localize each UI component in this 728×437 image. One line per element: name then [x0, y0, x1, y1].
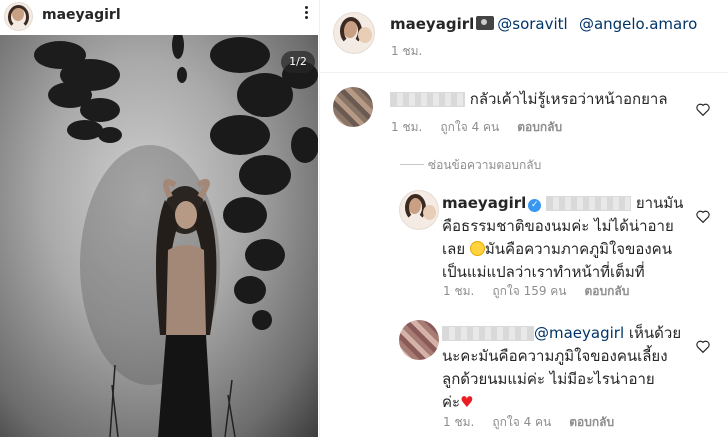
- reply-body: ยานมัน: [635, 194, 684, 212]
- heart-outline-icon[interactable]: [696, 210, 710, 223]
- reply-body: นะคะมันคือความภูมิใจของคนเลี้ยง: [442, 347, 668, 365]
- image-counter-badge: 1/2: [281, 51, 315, 73]
- reply-body: เลย: [442, 240, 466, 258]
- more-options-icon[interactable]: [300, 4, 312, 26]
- reply-text: maeyagirl ✓ ยานมัน คือธรรมชาติของนมค่ะ ไม…: [442, 192, 702, 284]
- reply-text: @maeyagirl เห็นด้วย นะคะมันคือความภูมิใจ…: [442, 322, 712, 414]
- post-photo[interactable]: [0, 35, 318, 437]
- reply-body: เห็นด้วย: [628, 324, 682, 342]
- caption-username[interactable]: maeyagirl: [390, 15, 474, 33]
- comment-meta: 1 ชม. ถูกใจ 4 คน ตอบกลับ: [391, 118, 580, 137]
- reply-meta: 1 ชม. ถูกใจ 159 คน ตอบกลับ: [443, 282, 647, 301]
- avatar[interactable]: [399, 320, 439, 360]
- avatar[interactable]: [4, 2, 33, 31]
- reply-likes[interactable]: ถูกใจ 4 คน: [492, 415, 551, 429]
- blurred-username[interactable]: [442, 326, 534, 341]
- grinning-sweat-emoji-icon: [469, 241, 485, 256]
- reply-meta: 1 ชม. ถูกใจ 4 คน ตอบกลับ: [443, 413, 632, 432]
- post-username[interactable]: maeyagirl: [42, 7, 121, 23]
- photo-illustration: [34, 35, 318, 437]
- comment-body: กลัวเค้าไม่รู้เหรอว่าหน้าอกยาล: [469, 90, 668, 108]
- heart-outline-icon[interactable]: [696, 340, 710, 353]
- hide-replies-button[interactable]: ซ่อนข้อความตอบกลับ: [428, 156, 541, 175]
- reply-button[interactable]: ตอบกลับ: [569, 415, 614, 429]
- comment-likes[interactable]: ถูกใจ 4 คน: [440, 120, 499, 134]
- reply-time[interactable]: 1 ชม.: [443, 284, 474, 298]
- divider: [320, 72, 728, 73]
- comment-time[interactable]: 1 ชม.: [391, 120, 422, 134]
- blurred-username[interactable]: [390, 92, 465, 107]
- mention-link[interactable]: @maeyagirl: [534, 324, 624, 342]
- reply-likes[interactable]: ถูกใจ 159 คน: [492, 284, 566, 298]
- reply-username[interactable]: maeyagirl: [442, 194, 526, 212]
- reply-body: เป็นแม่แปลว่าเราทำหน้าที่เต็มที่: [442, 263, 645, 281]
- post-timestamp[interactable]: 1 ชม.: [391, 42, 422, 61]
- reply-button[interactable]: ตอบกลับ: [517, 120, 562, 134]
- reply-body: ลูกด้วยนมแม่ค่ะ ไม่มีอะไรน่าอาย: [442, 370, 655, 388]
- blurred-mention[interactable]: [546, 196, 632, 211]
- reply-button[interactable]: ตอบกลับ: [585, 284, 630, 298]
- tag-link[interactable]: @angelo.amaro: [579, 15, 697, 33]
- verified-badge-icon: ✓: [528, 199, 542, 212]
- avatar[interactable]: [399, 190, 439, 230]
- reply-body: ค่ะ: [442, 393, 461, 411]
- avatar[interactable]: [333, 87, 373, 127]
- comment-text: กลัวเค้าไม่รู้เหรอว่าหน้าอกยาล: [390, 88, 668, 111]
- reply-time[interactable]: 1 ชม.: [443, 415, 474, 429]
- heart-outline-icon[interactable]: [696, 103, 710, 116]
- red-heart-emoji-icon: ♥: [460, 393, 474, 411]
- post-panel: maeyagirl 1/2: [0, 0, 318, 437]
- comments-panel: maeyagirl @soravitl @angelo.amaro 1 ชม. ก…: [319, 0, 728, 437]
- camera-icon: [476, 16, 495, 30]
- reply-body: คือธรรมชาติของนมค่ะ ไม่ได้น่าอาย: [442, 217, 674, 235]
- divider: [400, 164, 424, 165]
- reply-body: มันคือความภาคภูมิใจของคน: [484, 240, 672, 258]
- avatar[interactable]: [333, 12, 375, 54]
- post-caption: maeyagirl @soravitl @angelo.amaro: [390, 15, 697, 33]
- post-header: maeyagirl: [0, 0, 318, 33]
- tag-link[interactable]: @soravitl: [497, 15, 567, 33]
